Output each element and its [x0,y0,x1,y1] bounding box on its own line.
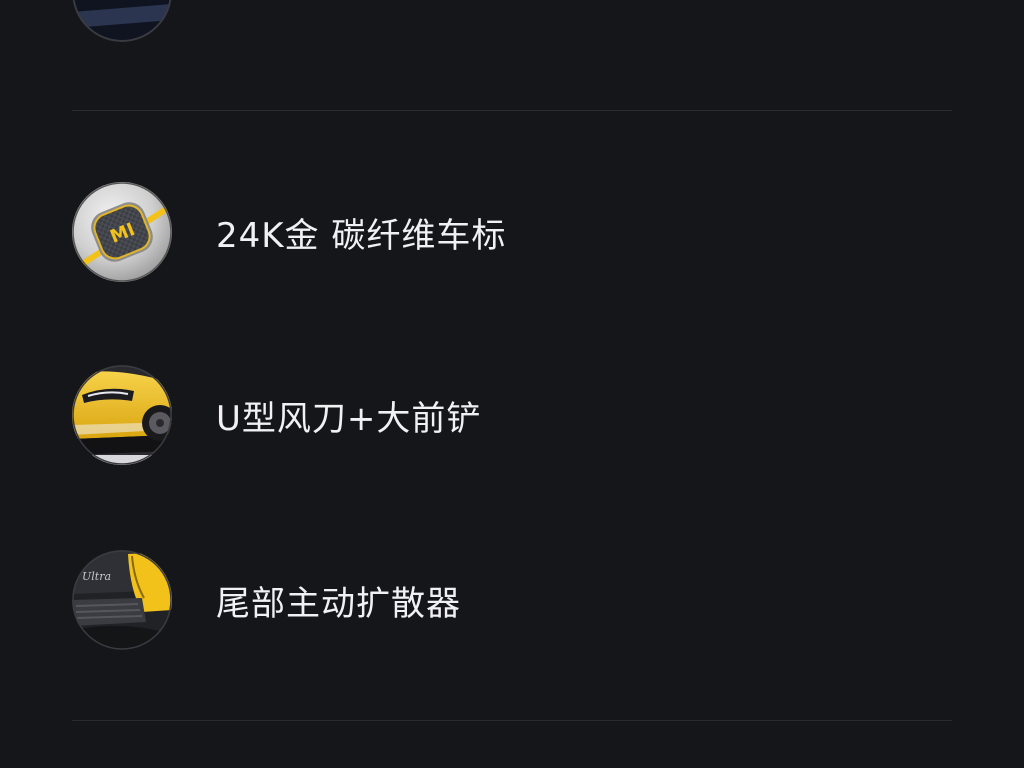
feature-item-front-splitter[interactable]: U型风刀+大前铲 [72,365,481,465]
svg-text:Ultra: Ultra [82,570,111,583]
front-splitter-thumbnail [72,365,172,465]
feature-label: 24K金 碳纤维车标 [216,215,507,256]
divider [72,110,952,111]
rear-diffuser-thumbnail: Ultra [72,550,172,650]
divider [72,720,952,721]
feature-item-rear-diffuser[interactable]: Ultra 尾部主动扩散器 [72,550,461,650]
feature-label: 尾部主动扩散器 [216,583,461,624]
feature-list-screen: MI 24K金 碳纤维车标 U型风刀+大前铲 Ultra 尾部主动扩散器 [0,0,1024,768]
gold-carbon-badge-thumbnail: MI [72,182,172,282]
feature-item-carbon-part[interactable] [72,0,216,42]
feature-item-gold-badge[interactable]: MI 24K金 碳纤维车标 [72,182,506,282]
carbon-fiber-part-thumbnail [72,0,172,42]
feature-label: U型风刀+大前铲 [216,398,482,439]
